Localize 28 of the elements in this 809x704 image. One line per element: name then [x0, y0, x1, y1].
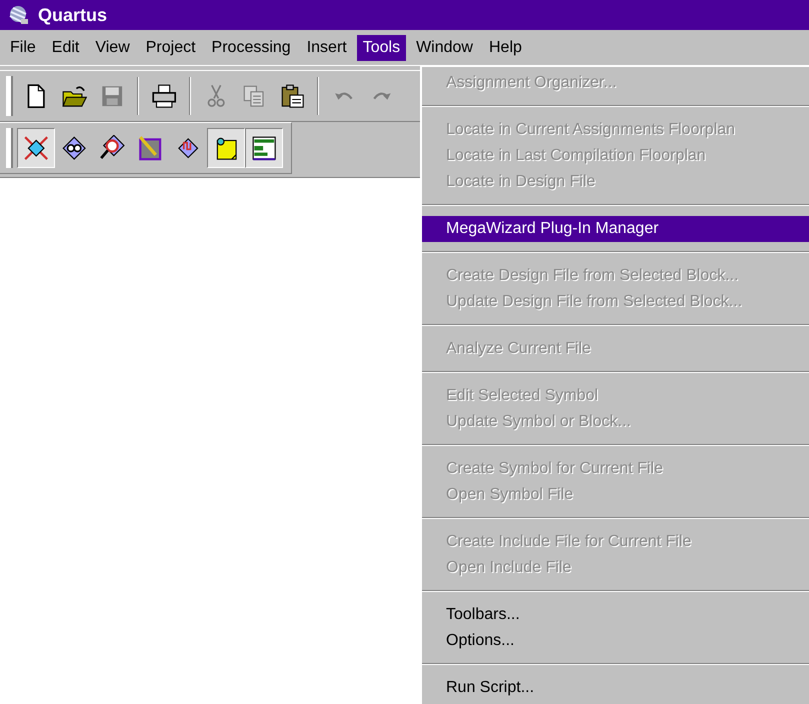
toolbar-grip[interactable]: [6, 76, 13, 116]
table-icon: [250, 134, 278, 162]
menu-item[interactable]: Project: [140, 34, 202, 60]
menu-item[interactable]: Tools: [356, 34, 406, 60]
toolbar-grip[interactable]: [6, 128, 13, 168]
menu-item[interactable]: Toolbars...: [422, 602, 809, 628]
window-title: Quartus: [38, 4, 108, 26]
magnifier-icon: [98, 134, 126, 162]
menu-item[interactable]: Options...: [422, 628, 809, 654]
menu-item[interactable]: Run Script...: [422, 675, 809, 701]
menu-item[interactable]: Processing: [206, 34, 297, 60]
pencil-window-icon: [136, 134, 164, 162]
app-logo-icon: [8, 4, 30, 26]
chip-icon: [22, 134, 50, 162]
undo-icon: [334, 91, 354, 101]
menu-item[interactable]: Window: [410, 34, 479, 60]
clipboard-icon: [278, 82, 306, 110]
menu-item[interactable]: View: [89, 34, 136, 60]
redo-icon: [372, 91, 392, 101]
menu-item[interactable]: MegaWizard Plug-In Manager: [422, 216, 809, 242]
menu-item[interactable]: Help: [482, 34, 528, 60]
printer-icon: [150, 82, 178, 110]
menu-item[interactable]: Insert: [300, 34, 353, 60]
chip-button[interactable]: [17, 128, 55, 168]
table-button[interactable]: [245, 128, 283, 168]
note-button[interactable]: [207, 128, 245, 168]
menu-item[interactable]: File: [4, 34, 42, 60]
menu-item[interactable]: Edit: [46, 34, 86, 60]
